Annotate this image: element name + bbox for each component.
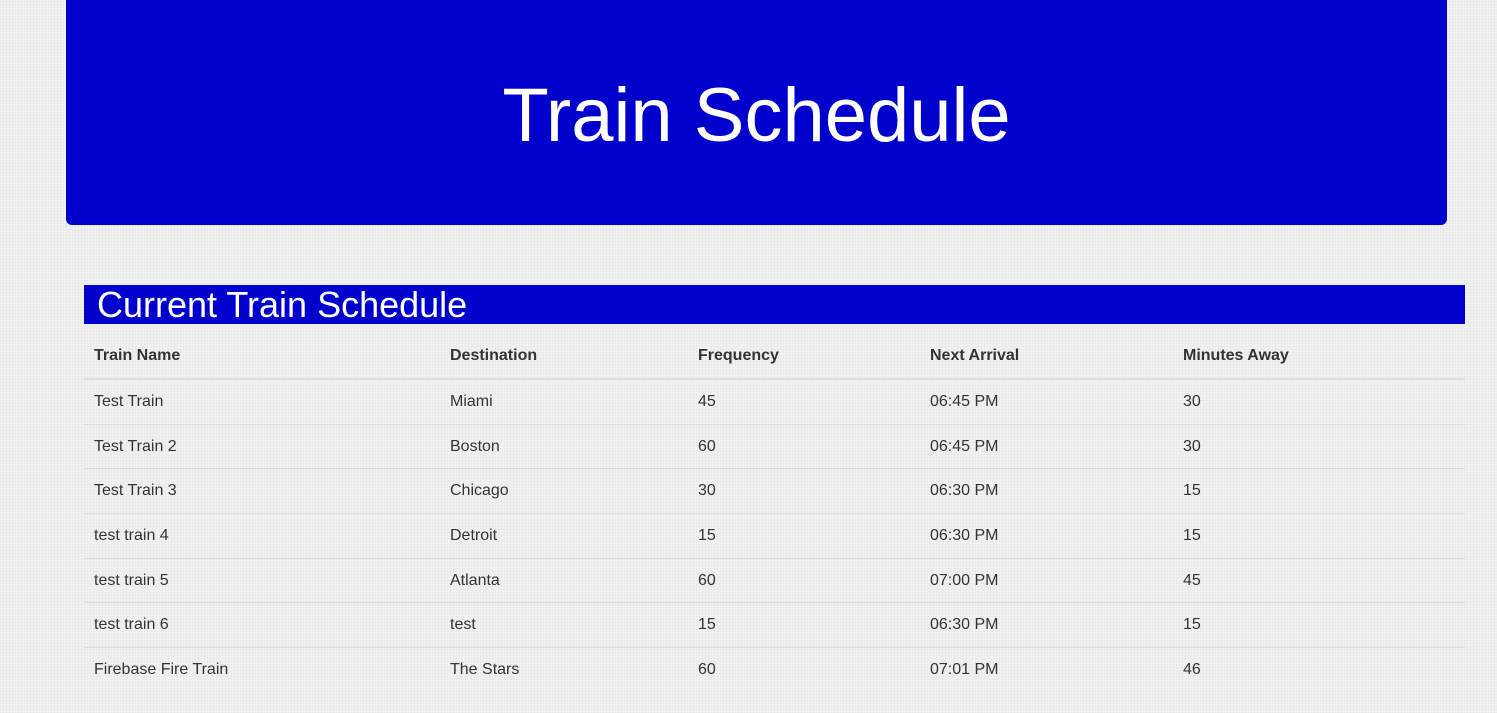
cell-destination: Detroit [440,513,688,559]
cell-frequency: 60 [688,424,920,470]
cell-frequency: 60 [698,660,716,678]
table-row: test train 6 test 15 06:30 PM 15 [84,602,1465,649]
cell-train-name: test train 6 [84,602,440,649]
cell-minutes-away: 30 [1173,424,1465,470]
cell-frequency: 60 [688,558,920,604]
cell-destination: Boston [440,424,688,470]
table-row: test train 5 Atlanta 60 07:00 PM 45 [84,558,1465,604]
column-header-frequency: Frequency [688,324,920,380]
cell-destination: Atlanta [440,558,688,604]
cell-train-name: Test Train 2 [84,424,440,470]
header-banner: Train Schedule [66,0,1447,225]
cell-next-arrival: 06:45 PM [920,379,1173,425]
cell-minutes-away: 46 [1183,660,1201,678]
table-row: Test Train 2 Boston 60 06:45 PM 30 [84,424,1465,470]
table-row: Test Train 3 Chicago 30 06:30 PM 15 [84,468,1465,515]
column-header-destination: Destination [440,324,688,380]
cell-train-name: test train 4 [84,513,440,559]
schedule-panel: Current Train Schedule Train Name Destin… [84,285,1465,692]
table-row: Firebase Fire Train The Stars 60 07:01 P… [84,648,1465,692]
table-row: test train 4 Detroit 15 06:30 PM 15 [84,513,1465,559]
column-header-next-arrival: Next Arrival [920,324,1173,380]
cell-destination: The Stars [450,660,520,678]
table-row: Test Train Miami 45 06:45 PM 30 [84,379,1465,425]
cell-next-arrival: 07:00 PM [920,558,1173,604]
cell-frequency: 15 [688,513,920,559]
cell-train-name: test train 5 [84,558,440,604]
cell-frequency: 15 [688,602,920,649]
cell-next-arrival: 06:30 PM [920,602,1173,649]
schedule-heading: Current Train Schedule [97,284,468,325]
cell-train-name: Firebase Fire Train [94,660,229,678]
cell-minutes-away: 15 [1173,602,1465,649]
column-header-minutes-away: Minutes Away [1173,324,1465,380]
cell-next-arrival: 06:30 PM [920,468,1173,515]
cell-frequency: 30 [688,468,920,515]
cell-minutes-away: 15 [1173,513,1465,559]
cell-destination: Miami [440,379,688,425]
column-header-train-name: Train Name [84,324,440,380]
table-header-row: Train Name Destination Frequency Next Ar… [84,324,1465,380]
schedule-heading-bar: Current Train Schedule [84,285,1465,324]
cell-train-name: Test Train 3 [84,468,440,515]
cell-next-arrival: 06:30 PM [920,513,1173,559]
cell-next-arrival: 06:45 PM [920,424,1173,470]
cell-next-arrival: 07:01 PM [930,660,999,678]
cell-destination: test [440,602,688,649]
cell-train-name: Test Train [84,379,440,425]
cell-destination: Chicago [440,468,688,515]
schedule-table: Train Name Destination Frequency Next Ar… [84,324,1465,692]
cell-frequency: 45 [688,379,920,425]
cell-minutes-away: 30 [1173,379,1465,425]
cell-minutes-away: 45 [1173,558,1465,604]
page-title: Train Schedule [502,72,1011,158]
cell-minutes-away: 15 [1173,468,1465,515]
